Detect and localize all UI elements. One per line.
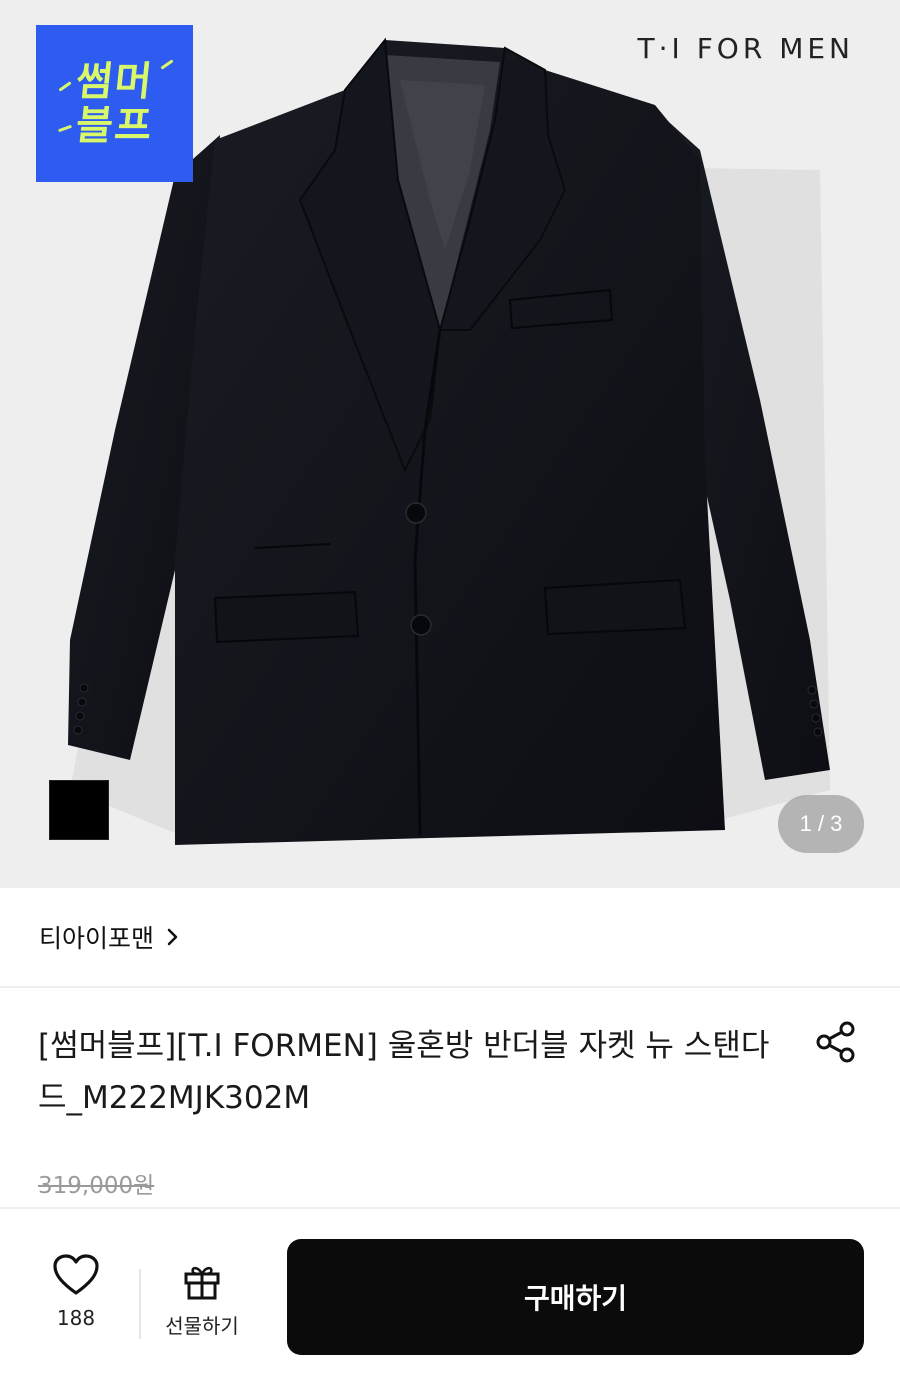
product-page: 썸머 블프 T·I FOR MEN 1 / 3 티아이포맨 [썸머블프][T.I… [0, 0, 900, 1379]
product-title: [썸머블프][T.I FORMEN] 울혼방 반더블 자켓 뉴 스탠다드_M22… [38, 1028, 770, 1116]
spark-icon [160, 59, 174, 70]
like-button[interactable]: 188 [40, 1254, 112, 1344]
brand-logo: T·I FOR MEN [637, 32, 854, 65]
share-button[interactable] [812, 1018, 860, 1066]
spark-icon [58, 81, 72, 92]
spark-icon [57, 124, 73, 133]
buy-button[interactable]: 구매하기 [287, 1239, 864, 1355]
gift-button[interactable]: 선물하기 [158, 1264, 246, 1344]
promo-badge-line2: 블프 [73, 102, 156, 149]
color-swatch[interactable] [49, 780, 109, 840]
gift-icon [184, 1266, 220, 1300]
product-image-carousel[interactable]: 썸머 블프 T·I FOR MEN 1 / 3 [0, 0, 900, 888]
original-price: 319,000원 [38, 1173, 155, 1199]
brand-link[interactable]: 티아이포맨 [39, 919, 180, 955]
brand-row: 티아이포맨 [0, 888, 900, 988]
promo-badge-line1: 썸머 [73, 58, 156, 105]
image-counter: 1 / 3 [778, 795, 864, 853]
divider [139, 1269, 141, 1339]
heart-icon [53, 1254, 99, 1295]
chevron-right-icon [167, 928, 178, 946]
like-count: 188 [56, 1306, 96, 1330]
brand-name: 티아이포맨 [39, 924, 155, 953]
promo-badge: 썸머 블프 [36, 25, 193, 182]
gift-label: 선물하기 [165, 1314, 239, 1338]
bottom-action-bar: 188 선물하기 구매하기 [0, 1207, 900, 1379]
share-icon [816, 1021, 855, 1063]
